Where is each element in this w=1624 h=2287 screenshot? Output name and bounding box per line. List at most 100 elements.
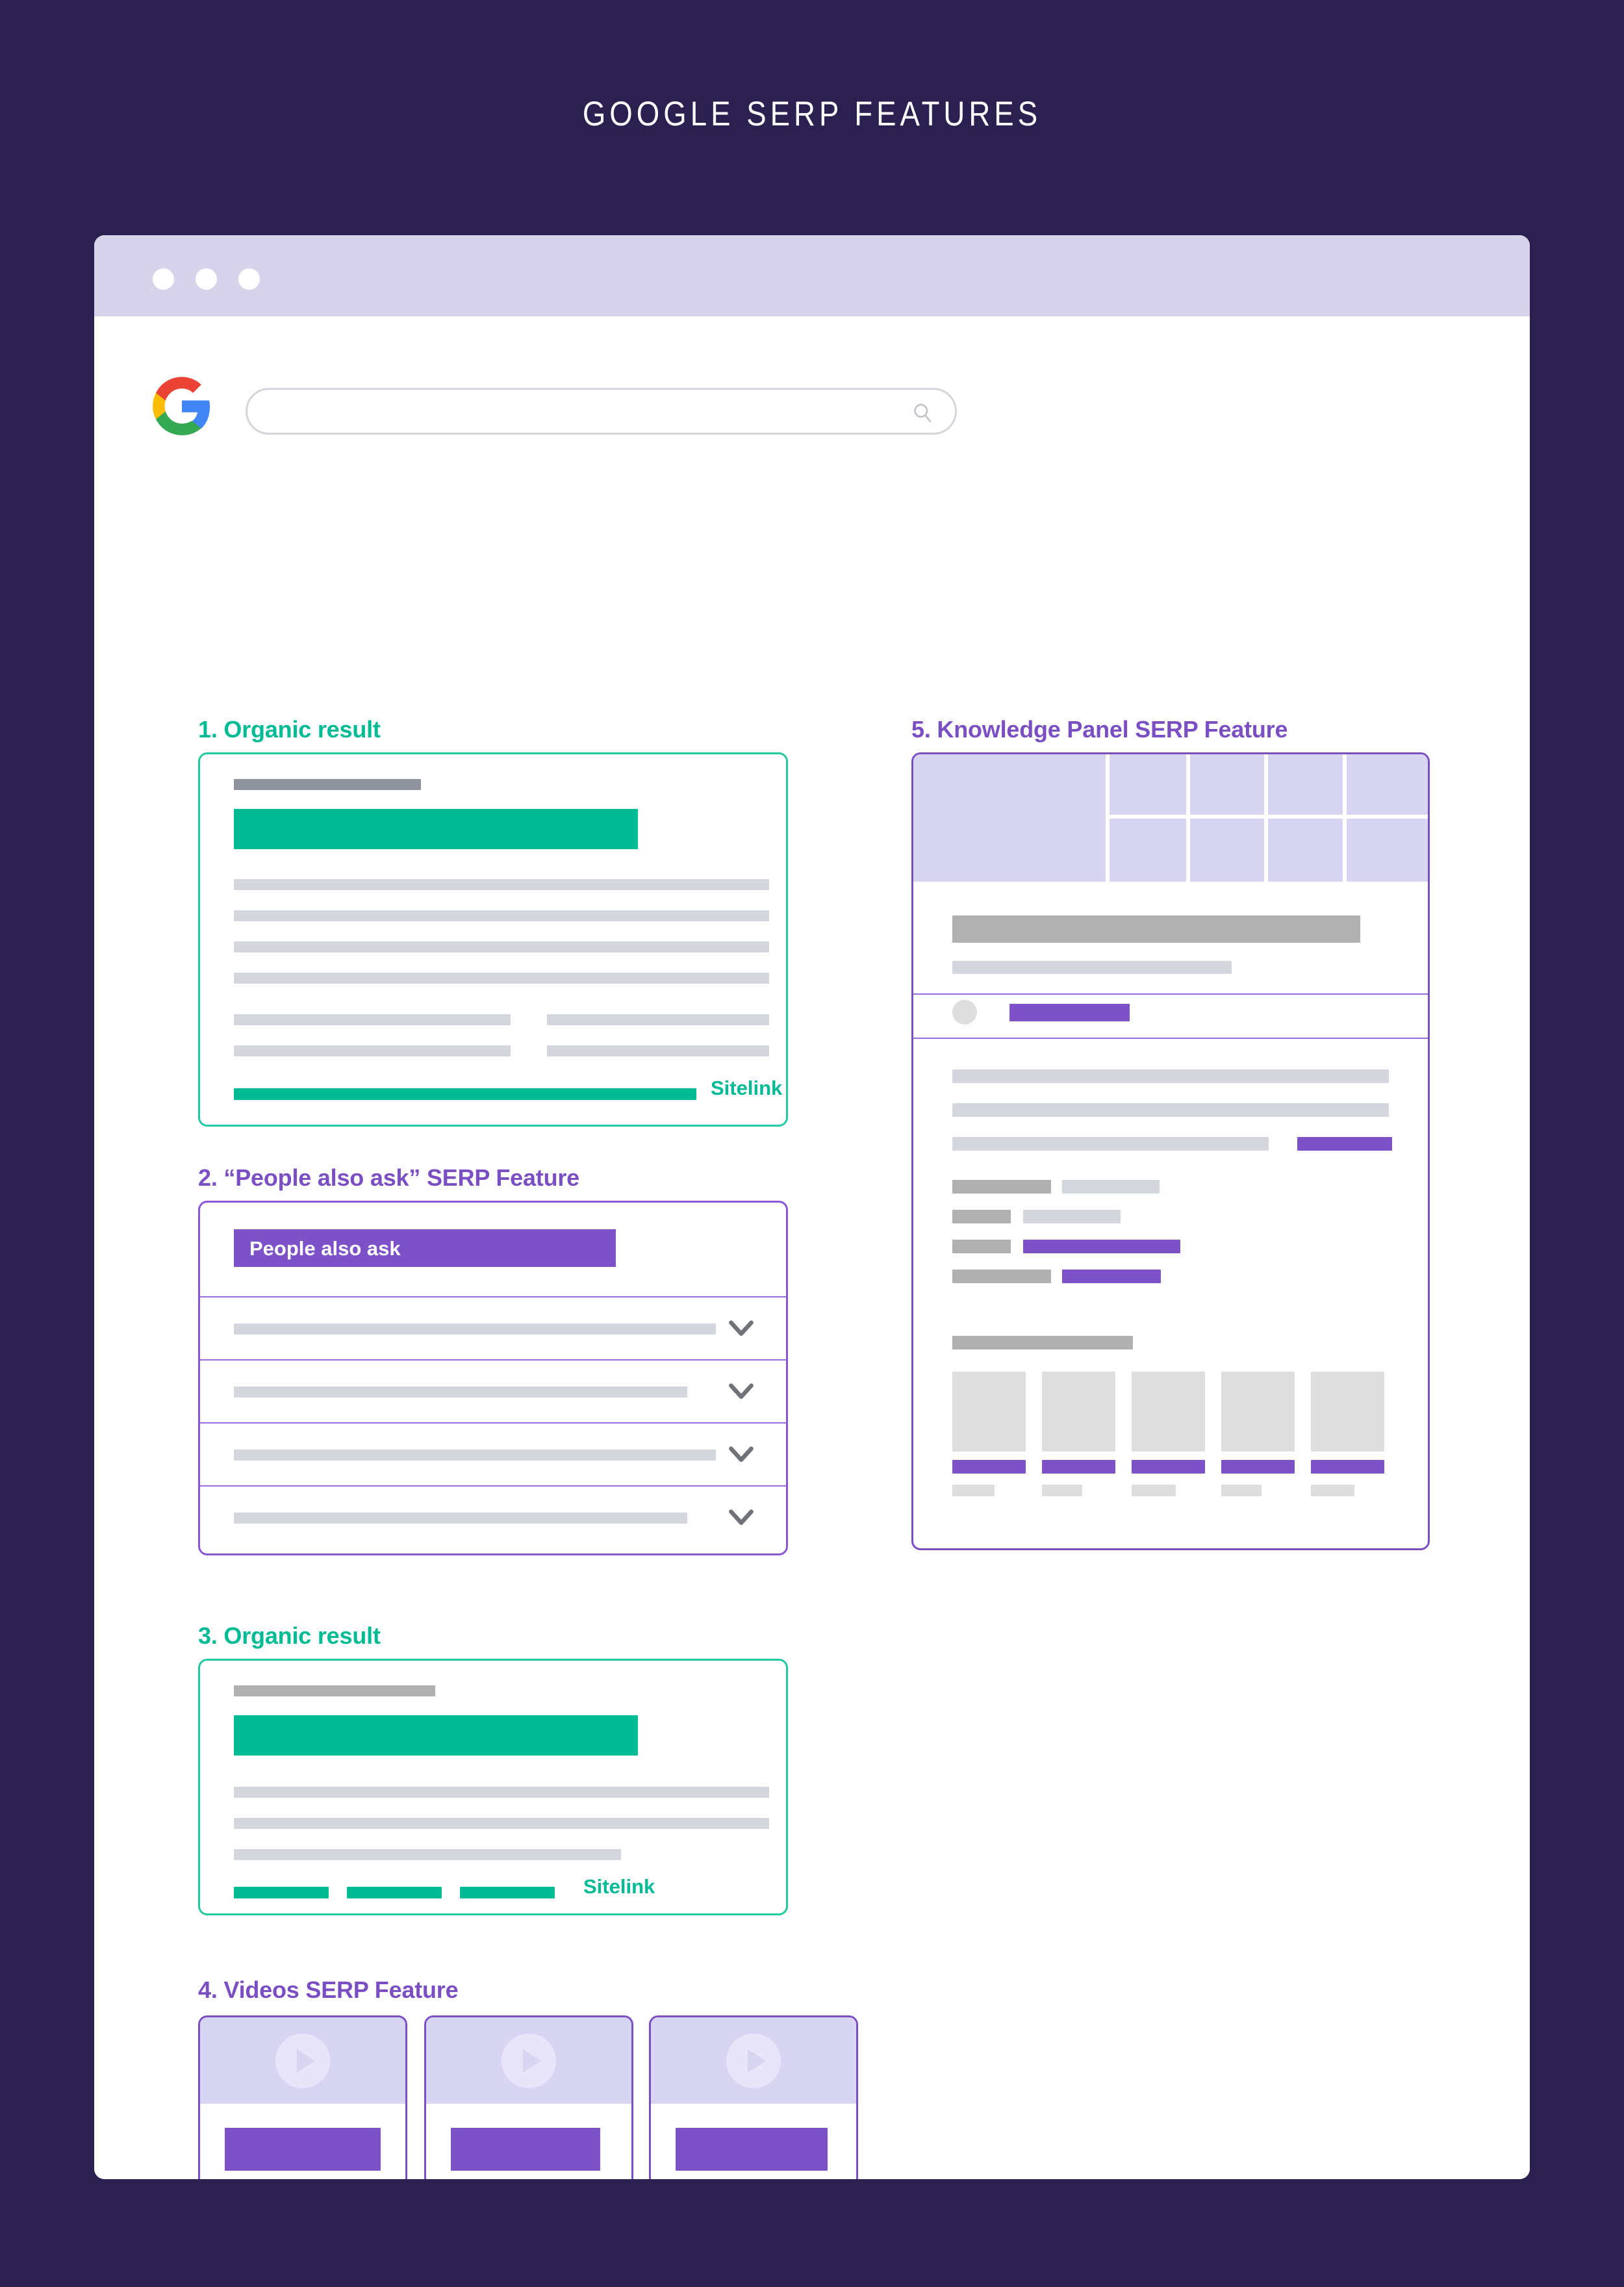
- snippet-line: [234, 910, 769, 921]
- paa-question-row[interactable]: [200, 1422, 786, 1485]
- kp-rating-bar[interactable]: [1009, 1004, 1130, 1021]
- video-title-bar[interactable]: [225, 2128, 381, 2171]
- paa-question-bar: [234, 1386, 687, 1398]
- sitelink-label: Sitelink: [711, 1077, 783, 1099]
- play-icon[interactable]: [501, 2033, 556, 2088]
- sitelink-bar[interactable]: [234, 1088, 696, 1100]
- kp-fact-key: [952, 1180, 1051, 1194]
- video-title-bar[interactable]: [676, 2128, 828, 2171]
- kp-carousel-thumb[interactable]: [1221, 1372, 1295, 1451]
- sitelink-row-bar: [234, 1014, 511, 1025]
- video-card-1[interactable]: [198, 2015, 407, 2179]
- kp-grid-gap: [1106, 815, 1428, 819]
- kp-desc-line: [952, 1103, 1389, 1117]
- kp-fact-value-link[interactable]: [1062, 1270, 1161, 1283]
- knowledge-panel-card[interactable]: [911, 752, 1430, 1550]
- play-icon[interactable]: [275, 2033, 330, 2088]
- minimize-dot-icon[interactable]: [196, 268, 217, 290]
- maximize-dot-icon[interactable]: [238, 268, 260, 290]
- page-title: GOOGLE SERP FEATURES: [582, 95, 1042, 133]
- paa-header-label: People also ask: [249, 1237, 401, 1260]
- sitelink-label: Sitelink: [583, 1875, 655, 1898]
- chevron-down-icon[interactable]: [729, 1446, 754, 1464]
- serp-content: 1. Organic result Sitelink 2. “People al…: [94, 716, 1530, 2179]
- people-also-ask-card[interactable]: People also ask: [198, 1201, 788, 1555]
- kp-carousel-thumb[interactable]: [1311, 1372, 1384, 1451]
- close-dot-icon[interactable]: [153, 268, 174, 290]
- kp-carousel-title[interactable]: [1042, 1460, 1115, 1474]
- search-input[interactable]: [246, 388, 957, 435]
- kp-entity-subtitle: [952, 961, 1232, 974]
- kp-carousel-meta: [952, 1485, 995, 1496]
- kp-carousel-meta: [1311, 1485, 1354, 1496]
- video-title-bar[interactable]: [451, 2128, 600, 2171]
- chevron-down-icon[interactable]: [729, 1320, 754, 1338]
- browser-titlebar: [94, 235, 1530, 316]
- kp-carousel-title[interactable]: [1132, 1460, 1205, 1474]
- video-thumbnail: [426, 2017, 631, 2104]
- kp-avatar-circle: [952, 1000, 977, 1025]
- paa-question-row[interactable]: [200, 1485, 786, 1548]
- chevron-down-icon[interactable]: [729, 1509, 754, 1527]
- kp-fact-value: [1062, 1180, 1160, 1194]
- paa-question-bar: [234, 1450, 716, 1461]
- organic-result-card-3[interactable]: Sitelink: [198, 1659, 788, 1915]
- play-icon[interactable]: [726, 2033, 781, 2088]
- kp-carousel-thumb[interactable]: [1132, 1372, 1205, 1451]
- paa-question-bar: [234, 1513, 687, 1524]
- kp-fact-key: [952, 1210, 1011, 1223]
- url-bar: [234, 1685, 435, 1696]
- title-bar[interactable]: [234, 809, 638, 849]
- kp-carousel-title[interactable]: [1311, 1460, 1384, 1474]
- paa-question-row[interactable]: [200, 1359, 786, 1422]
- organic-result-card-1[interactable]: Sitelink: [198, 752, 788, 1127]
- kp-fact-value-link[interactable]: [1023, 1240, 1180, 1253]
- snippet-line: [234, 941, 769, 952]
- section-label-knowledge-panel-5: 5. Knowledge Panel SERP Feature: [911, 716, 1288, 743]
- section-label-videos-4: 4. Videos SERP Feature: [198, 1976, 459, 2003]
- kp-carousel-meta: [1132, 1485, 1176, 1496]
- kp-fact-key: [952, 1240, 1011, 1253]
- video-card-2[interactable]: [424, 2015, 633, 2179]
- kp-hero-images: [913, 754, 1428, 882]
- google-g-logo-icon: [153, 377, 210, 435]
- snippet-line: [234, 1787, 769, 1798]
- snippet-line: [234, 879, 769, 890]
- kp-carousel-thumb[interactable]: [1042, 1372, 1115, 1451]
- section-label-paa-2: 2. “People also ask” SERP Feature: [198, 1164, 579, 1191]
- kp-desc-line: [952, 1069, 1389, 1083]
- kp-carousel-title[interactable]: [1221, 1460, 1295, 1474]
- section-label-organic-3: 3. Organic result: [198, 1622, 381, 1649]
- title-bar[interactable]: [234, 1715, 638, 1756]
- browser-window: 1. Organic result Sitelink 2. “People al…: [94, 235, 1530, 2179]
- section-label-organic-1: 1. Organic result: [198, 716, 381, 743]
- kp-divider: [913, 1038, 1428, 1039]
- kp-entity-title: [952, 915, 1360, 943]
- sitelink-chip[interactable]: [460, 1887, 555, 1898]
- kp-desc-link[interactable]: [1297, 1137, 1392, 1151]
- google-search-header: [94, 316, 1530, 800]
- kp-fact-value: [1023, 1210, 1121, 1223]
- poster-page: GOOGLE SERP FEATURES 1. Organic result S…: [0, 0, 1624, 2287]
- sitelink-row-bar: [547, 1045, 769, 1056]
- snippet-line: [234, 1818, 769, 1829]
- url-bar: [234, 779, 421, 790]
- kp-carousel-meta: [1042, 1485, 1082, 1496]
- kp-carousel-heading: [952, 1336, 1133, 1349]
- chevron-down-icon[interactable]: [729, 1383, 754, 1401]
- paa-question-row[interactable]: [200, 1296, 786, 1359]
- kp-fact-key: [952, 1270, 1051, 1283]
- kp-desc-line: [952, 1137, 1269, 1151]
- video-card-3[interactable]: [649, 2015, 858, 2179]
- sitelink-row-bar: [547, 1014, 769, 1025]
- kp-carousel-meta: [1221, 1485, 1262, 1496]
- snippet-line: [234, 1849, 621, 1860]
- search-icon[interactable]: [911, 402, 934, 425]
- video-thumbnail: [200, 2017, 405, 2104]
- snippet-line: [234, 973, 769, 984]
- kp-carousel-thumb[interactable]: [952, 1372, 1026, 1451]
- sitelink-chip[interactable]: [234, 1887, 329, 1898]
- kp-carousel-title[interactable]: [952, 1460, 1026, 1474]
- paa-question-bar: [234, 1323, 716, 1335]
- sitelink-chip[interactable]: [347, 1887, 442, 1898]
